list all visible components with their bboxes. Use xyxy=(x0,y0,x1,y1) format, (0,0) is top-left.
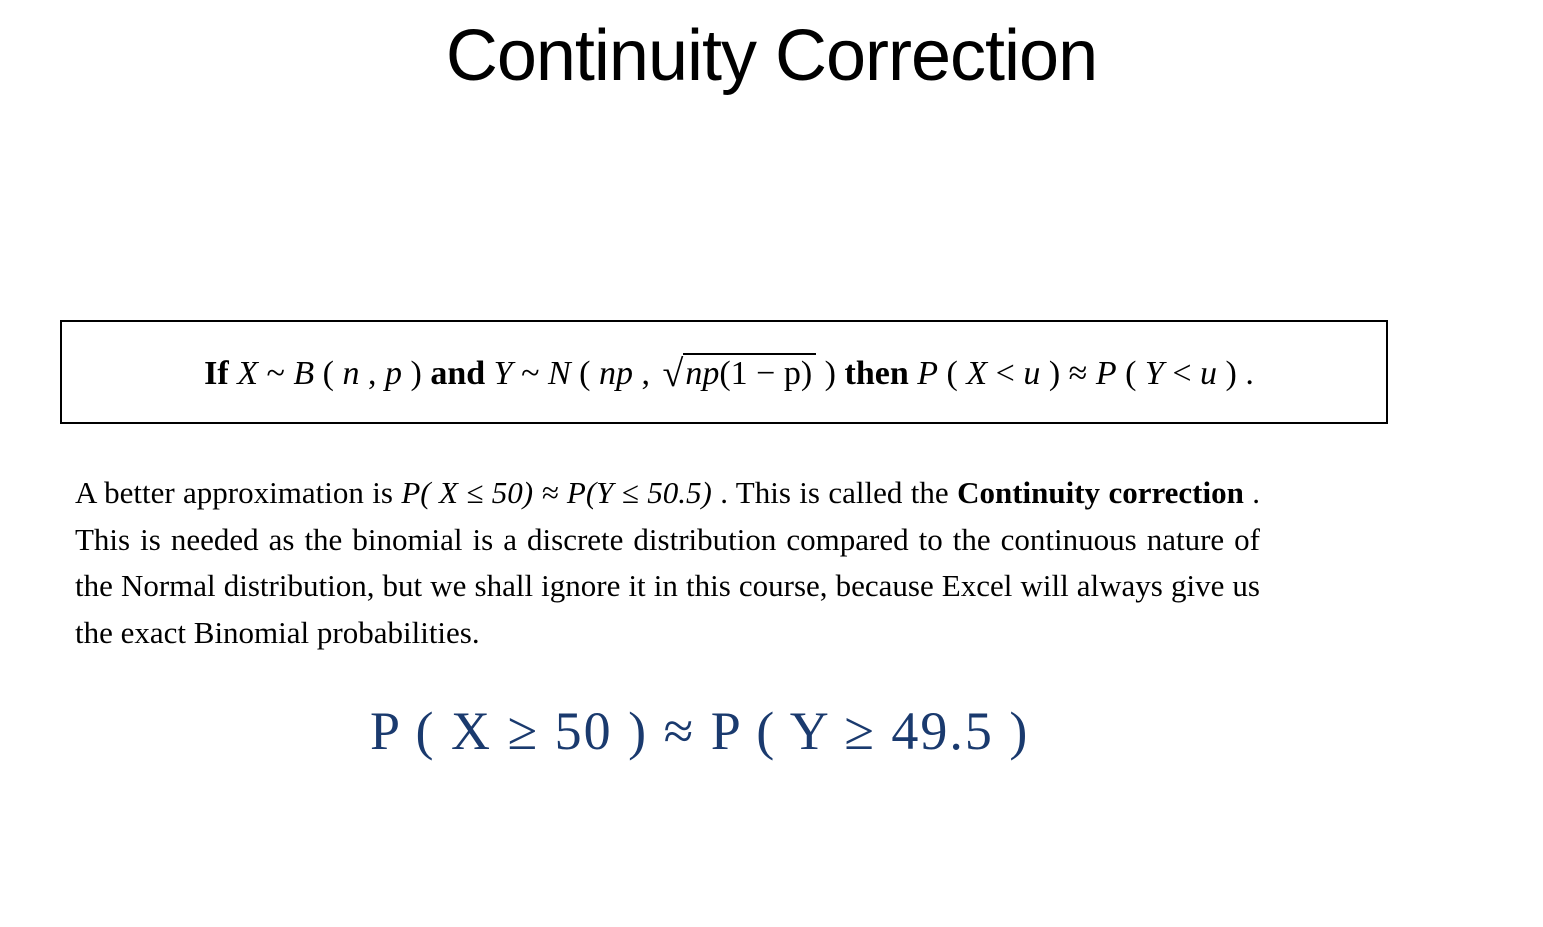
body-paragraph: A better approximation is P( X ≤ 50) ≈ P… xyxy=(75,470,1260,656)
handwritten-annotation: P ( X ≥ 50 ) ≈ P ( Y ≥ 49.5 ) xyxy=(370,700,1370,762)
paren-close-4: ) xyxy=(1226,355,1237,392)
body-post: . This is called the xyxy=(720,475,957,510)
y-var: Y xyxy=(494,355,513,392)
comma-1: , xyxy=(368,355,385,392)
np-2: np xyxy=(685,355,719,392)
py-1: P xyxy=(1096,355,1117,392)
np-1: np xyxy=(599,355,633,392)
tilde-2: ~ xyxy=(521,355,548,392)
rule-box: If X ~ B ( n , p ) and Y ~ N ( np , np(1… xyxy=(60,320,1388,424)
px-1: P xyxy=(917,355,938,392)
body-formula: P( X ≤ 50) ≈ P(Y ≤ 50.5) xyxy=(401,475,711,510)
then-label: then xyxy=(845,355,918,392)
paren-open-4: ( xyxy=(1125,355,1136,392)
and-label: and xyxy=(430,355,493,392)
y-var-2: Y xyxy=(1145,355,1164,392)
paren-open-3: ( xyxy=(947,355,958,392)
x-var: X xyxy=(237,355,258,392)
paren-close-3: ) xyxy=(1049,355,1060,392)
lt-1: < xyxy=(996,355,1024,392)
paren-open-1: ( xyxy=(323,355,334,392)
sqrt-icon: np(1 − p) xyxy=(658,350,816,394)
approx-1: ≈ xyxy=(1069,355,1096,392)
n-func: N xyxy=(548,355,571,392)
u-1: u xyxy=(1023,355,1040,392)
tilde-1: ~ xyxy=(266,355,293,392)
page-title: Continuity Correction xyxy=(0,15,1543,97)
n-1: n xyxy=(342,355,359,392)
x-var-2: X xyxy=(966,355,987,392)
one-minus-p: (1 − p) xyxy=(719,355,812,392)
paren-open-2: ( xyxy=(579,355,590,392)
b-func: B xyxy=(293,355,314,392)
if-label: If xyxy=(204,355,237,392)
u-2: u xyxy=(1200,355,1217,392)
p-1: p xyxy=(385,355,402,392)
comma-2: , xyxy=(641,355,658,392)
lt-2: < xyxy=(1172,355,1200,392)
slide: Continuity Correction If X ~ B ( n , p )… xyxy=(0,0,1543,927)
continuity-correction-bold: Continuity correction xyxy=(957,475,1244,510)
paren-close-1: ) xyxy=(410,355,421,392)
period: . xyxy=(1245,355,1254,392)
paren-close-2: ) xyxy=(825,355,836,392)
body-pre: A better approximation is xyxy=(75,475,401,510)
